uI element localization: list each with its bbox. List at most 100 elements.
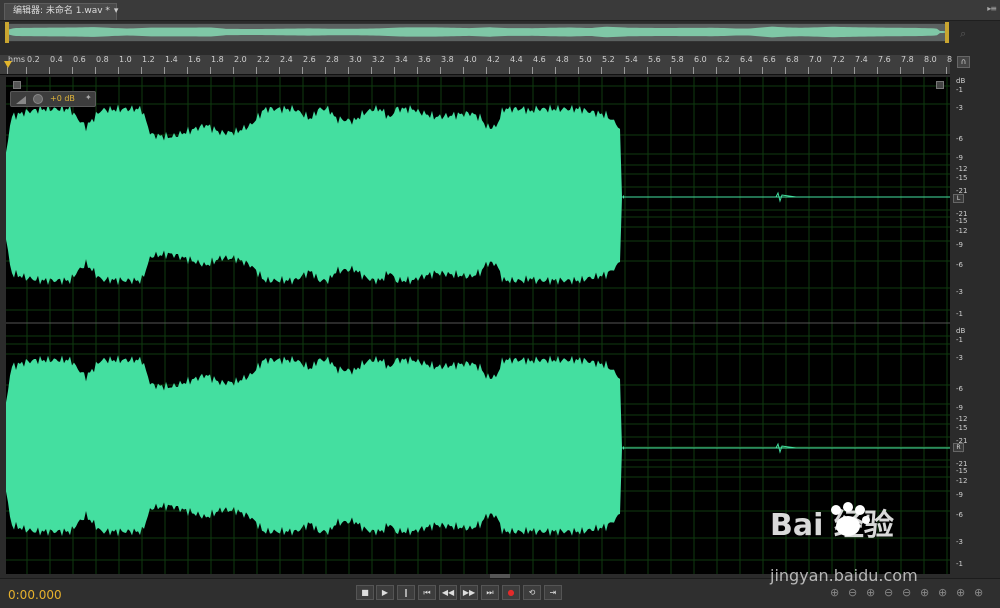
ruler-tick: 5.4 bbox=[624, 55, 638, 74]
hud-toggle-icon[interactable] bbox=[13, 81, 21, 89]
db-scale-label: -12 bbox=[956, 415, 968, 423]
ruler-tick: 4.0 bbox=[463, 55, 477, 74]
stop-button[interactable]: ■ bbox=[356, 585, 374, 600]
tab-editor-file[interactable]: 编辑器: 未命名 1.wav * ▾ bbox=[4, 3, 119, 20]
db-scale-label: -15 bbox=[956, 424, 968, 432]
play-button[interactable]: ▶ bbox=[376, 585, 394, 600]
db-scale-label: -15 bbox=[956, 174, 968, 182]
db-scale-label: -15 bbox=[956, 217, 968, 225]
ruler-tick: 3.4 bbox=[394, 55, 408, 74]
ruler-tick: 8 bbox=[945, 55, 953, 74]
ruler-tick: 3.8 bbox=[440, 55, 454, 74]
db-scale-label: -9 bbox=[956, 404, 963, 412]
skip-selection-button[interactable]: ⇥ bbox=[544, 585, 562, 600]
zoom-icon[interactable]: ⌕ bbox=[960, 27, 966, 41]
go-start-button[interactable]: ⏮ bbox=[418, 585, 436, 600]
db-scale-label: -9 bbox=[956, 154, 963, 162]
gain-knob[interactable] bbox=[33, 94, 43, 104]
ruler-tick: 6.0 bbox=[693, 55, 707, 74]
record-button[interactable]: ● bbox=[502, 585, 520, 600]
ruler-tick: 6.8 bbox=[785, 55, 799, 74]
ruler-tick: 0.8 bbox=[95, 55, 109, 74]
ruler-tick: 0.4 bbox=[49, 55, 63, 74]
pin-icon[interactable]: ✦ bbox=[85, 93, 92, 102]
db-scale-label: -12 bbox=[956, 477, 968, 485]
ruler-tick: 1.6 bbox=[187, 55, 201, 74]
zoom-selection-icon[interactable]: ⊕ bbox=[956, 586, 965, 599]
overview-waveform[interactable] bbox=[6, 23, 949, 42]
ruler-tick: 5.8 bbox=[670, 55, 684, 74]
amplitude-hud[interactable]: +0 dB ✦ bbox=[10, 91, 96, 107]
zoom-out-amplitude-icon[interactable]: ⊖ bbox=[848, 586, 857, 599]
ruler-tick: 0.6 bbox=[72, 55, 86, 74]
db-scale-label: -6 bbox=[956, 261, 963, 269]
overview-range-handle-left[interactable] bbox=[5, 22, 9, 43]
ruler-tick: 1.0 bbox=[118, 55, 132, 74]
overview-range-handle-right[interactable] bbox=[945, 22, 949, 43]
ruler-tick: 2.8 bbox=[325, 55, 339, 74]
ruler-tick: 6.2 bbox=[716, 55, 730, 74]
tab-menu-icon[interactable]: ▾ bbox=[114, 6, 119, 16]
fast-forward-button[interactable]: ▶▶ bbox=[460, 585, 478, 600]
db-scale-label: -1 bbox=[956, 86, 963, 94]
ruler-tick: 4.8 bbox=[555, 55, 569, 74]
db-scale-label: -6 bbox=[956, 385, 963, 393]
ruler-tick: 3.6 bbox=[417, 55, 431, 74]
ruler-tick: 5.0 bbox=[578, 55, 592, 74]
ruler-tick: 0.2 bbox=[26, 55, 40, 74]
overview-wave bbox=[7, 26, 946, 38]
db-scale-label: -3 bbox=[956, 288, 963, 296]
ruler-tick: 4.4 bbox=[509, 55, 523, 74]
pause-button[interactable]: ‖ bbox=[397, 585, 415, 600]
db-scale-label: -6 bbox=[956, 135, 963, 143]
zoom-out-time-icon[interactable]: ⊖ bbox=[884, 586, 893, 599]
gain-value: +0 dB bbox=[50, 94, 75, 103]
waveform-channel-right bbox=[6, 355, 624, 537]
ruler-tick: 1.8 bbox=[210, 55, 224, 74]
db-scale-label: -12 bbox=[956, 165, 968, 173]
expand-corner-icon[interactable] bbox=[936, 81, 944, 89]
waveform-channel-left bbox=[6, 104, 624, 286]
playhead-marker[interactable] bbox=[4, 61, 12, 68]
ruler-tick: 2.0 bbox=[233, 55, 247, 74]
db-scale-label: -12 bbox=[956, 227, 968, 235]
ruler-tick: 7.2 bbox=[831, 55, 845, 74]
db-scale-label: dB bbox=[956, 77, 966, 85]
ruler-tick: 3.0 bbox=[348, 55, 362, 74]
zoom-out-full-icon[interactable]: ⊖ bbox=[902, 586, 911, 599]
db-scale-label: -9 bbox=[956, 241, 963, 249]
zoom-in-time-icon[interactable]: ⊕ bbox=[866, 586, 875, 599]
db-scale-label: -3 bbox=[956, 538, 963, 546]
zoom-in-amplitude-icon[interactable]: ⊕ bbox=[830, 586, 839, 599]
ruler-tick: 1.4 bbox=[164, 55, 178, 74]
db-scale: dB-1-3-6-9-12-15-21-∞-21-15-12-9-6-3-1Ld… bbox=[950, 77, 1000, 574]
monitor-headphones-icon[interactable]: ∩ bbox=[957, 56, 970, 68]
channel-l-button[interactable]: L bbox=[953, 194, 964, 203]
go-end-button[interactable]: ⏭ bbox=[481, 585, 499, 600]
ruler-tick: 7.0 bbox=[808, 55, 822, 74]
time-ruler[interactable]: hms 0.2 0.4 0.6 0.8 1.0 1.2 1.4 1.6 1.8 2.0 2.2 2.4… bbox=[0, 55, 953, 75]
editor-tab-bar bbox=[0, 0, 1000, 21]
overview-wave-svg bbox=[7, 26, 946, 38]
ruler-tick: 2.4 bbox=[279, 55, 293, 74]
ruler-tick: 7.6 bbox=[877, 55, 891, 74]
db-scale-label: -6 bbox=[956, 511, 963, 519]
loop-button[interactable]: ⟲ bbox=[523, 585, 541, 600]
db-scale-label: dB bbox=[956, 327, 966, 335]
channel-r-button[interactable]: R bbox=[953, 443, 964, 452]
ruler-tick: 5.2 bbox=[601, 55, 615, 74]
ruler-tick: 2.6 bbox=[302, 55, 316, 74]
db-scale-label: -3 bbox=[956, 104, 963, 112]
panel-menu-icon[interactable]: ▸≡ bbox=[987, 4, 997, 13]
ruler-tick: 5.6 bbox=[647, 55, 661, 74]
db-scale-label: -1 bbox=[956, 310, 963, 318]
zoom-in-fit-icon[interactable]: ⊕ bbox=[974, 586, 983, 599]
ruler-tick: 2.2 bbox=[256, 55, 270, 74]
ruler-tick: 6.6 bbox=[762, 55, 776, 74]
tab-title: 编辑器: 未命名 1.wav * bbox=[13, 6, 110, 16]
ruler-tick: 4.2 bbox=[486, 55, 500, 74]
rewind-button[interactable]: ◀◀ bbox=[439, 585, 457, 600]
zoom-in-at-start-icon[interactable]: ⊕ bbox=[920, 586, 929, 599]
zoom-in-at-end-icon[interactable]: ⊕ bbox=[938, 586, 947, 599]
volume-icon bbox=[16, 96, 26, 104]
